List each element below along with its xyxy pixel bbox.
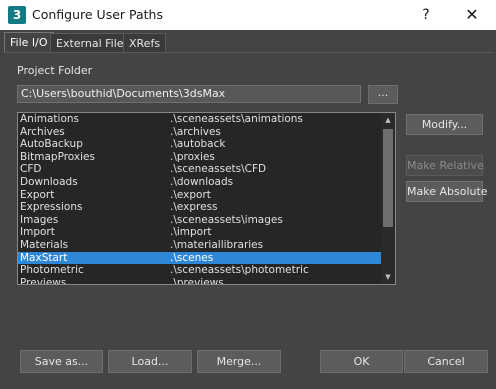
project-folder-label: Project Folder xyxy=(17,64,93,77)
path-value: .\express xyxy=(170,201,218,214)
path-row[interactable]: Images .\sceneassets\images xyxy=(18,214,382,227)
cancel-button[interactable]: Cancel xyxy=(404,350,488,373)
make-absolute-button[interactable]: Make Absolute xyxy=(406,181,488,202)
path-value: .\materiallibraries xyxy=(170,238,264,251)
save-as-button[interactable]: Save as... xyxy=(20,350,103,373)
list-scrollbar[interactable]: ▲ ▼ xyxy=(381,113,395,284)
path-name: MaxStart xyxy=(20,251,68,264)
title-bar: 3 Configure User Paths ? ✕ xyxy=(0,0,496,30)
paths-list[interactable]: Animations .\sceneassets\animations Archiv… xyxy=(17,112,396,285)
paths-list-rows: Animations .\sceneassets\animations Archiv… xyxy=(18,113,382,285)
path-name: Images xyxy=(20,213,59,226)
path-value: .\sceneassets\CFD xyxy=(170,163,267,176)
app-3dsmax-icon: 3 xyxy=(8,6,26,24)
path-value: .\archives xyxy=(170,125,221,138)
path-value: .\import xyxy=(170,226,212,239)
path-value: .\sceneassets\photometric xyxy=(170,264,309,277)
path-name: Photometric xyxy=(20,264,84,277)
path-value: .\downloads xyxy=(170,175,234,188)
path-row[interactable]: Materials .\materiallibraries xyxy=(18,239,382,252)
path-value: .\scenes xyxy=(170,251,214,264)
scroll-thumb[interactable] xyxy=(383,129,393,227)
window-title: Configure User Paths xyxy=(32,7,163,22)
path-name: Archives xyxy=(20,125,65,138)
path-value: .\proxies xyxy=(170,150,215,163)
path-row[interactable]: Import .\import xyxy=(18,226,382,239)
project-folder-field[interactable]: C:\Users\bouthid\Documents\3dsMax xyxy=(17,85,361,103)
path-value: .\previews xyxy=(170,276,224,285)
path-row[interactable]: Export .\export xyxy=(18,189,382,202)
ok-button[interactable]: OK xyxy=(320,350,403,373)
path-value: .\autoback xyxy=(170,138,226,151)
close-button[interactable]: ✕ xyxy=(449,0,495,30)
tab-file-io[interactable]: File I/O xyxy=(4,32,54,53)
merge-button[interactable]: Merge... xyxy=(197,350,281,373)
path-row[interactable]: Expressions .\express xyxy=(18,201,382,214)
path-row[interactable]: Archives .\archives xyxy=(18,126,382,139)
path-row[interactable]: Downloads .\downloads xyxy=(18,176,382,189)
path-name: Export xyxy=(20,188,55,201)
path-row[interactable]: Photometric .\sceneassets\photometric xyxy=(18,264,382,277)
tab-divider xyxy=(4,52,492,53)
tab-xrefs[interactable]: XRefs xyxy=(123,33,167,52)
path-row[interactable]: Animations .\sceneassets\animations xyxy=(18,113,382,126)
path-value: .\sceneassets\images xyxy=(170,213,283,226)
path-name: Materials xyxy=(20,238,69,251)
scroll-down-arrow-icon[interactable]: ▼ xyxy=(381,270,395,284)
path-name: Animations xyxy=(20,113,80,125)
path-value: .\sceneassets\animations xyxy=(170,113,303,125)
path-row[interactable]: AutoBackup .\autoback xyxy=(18,138,382,151)
path-name: Downloads xyxy=(20,175,78,188)
path-name: AutoBackup xyxy=(20,138,83,151)
scroll-up-arrow-icon[interactable]: ▲ xyxy=(381,113,395,127)
path-value: .\export xyxy=(170,188,211,201)
path-name: Import xyxy=(20,226,55,239)
browse-button[interactable]: ... xyxy=(368,85,398,104)
path-name: Previews xyxy=(20,276,67,285)
path-row[interactable]: CFD .\sceneassets\CFD xyxy=(18,163,382,176)
path-row[interactable]: BitmapProxies .\proxies xyxy=(18,151,382,164)
help-button[interactable]: ? xyxy=(403,0,449,30)
path-name: BitmapProxies xyxy=(20,150,95,163)
make-relative-button[interactable]: Make Relative xyxy=(406,155,484,176)
load-button[interactable]: Load... xyxy=(108,350,192,373)
path-row[interactable]: MaxStart .\scenes xyxy=(18,251,382,265)
path-row[interactable]: Previews .\previews xyxy=(18,276,382,285)
path-name: Expressions xyxy=(20,201,83,214)
path-name: CFD xyxy=(20,163,42,176)
modify-button[interactable]: Modify... xyxy=(406,114,483,135)
